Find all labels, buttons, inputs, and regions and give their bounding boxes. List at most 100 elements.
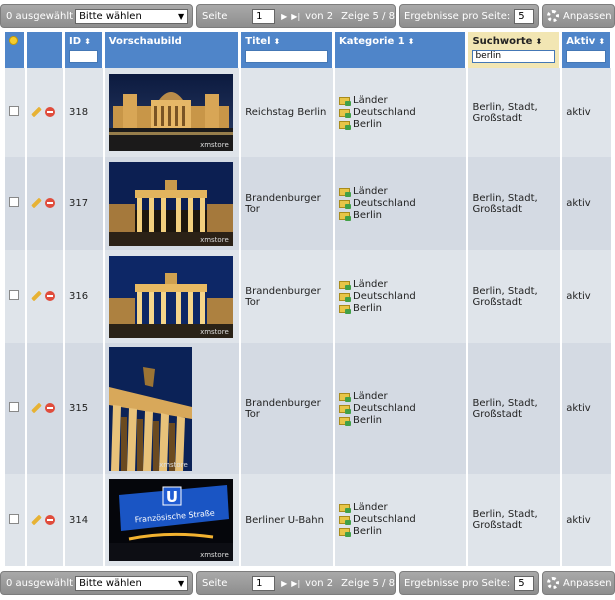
sort-icon[interactable]: ⬍: [598, 37, 605, 46]
next-page-icon[interactable]: ▶: [281, 579, 287, 588]
folder-icon: [339, 528, 351, 537]
folder-icon: [339, 416, 351, 426]
category-item: Berlin: [353, 209, 383, 221]
row-actions: [27, 343, 64, 474]
thumbnail-ubahn[interactable]: U Französische Straße xmstore: [108, 479, 233, 561]
header-active-label: Aktiv: [566, 36, 596, 47]
header-active[interactable]: Aktiv ⬍: [562, 32, 611, 68]
row-checkbox[interactable]: [9, 402, 19, 412]
sort-icon[interactable]: ⬍: [84, 37, 91, 46]
category-item: Deutschland: [353, 106, 416, 118]
customize-button[interactable]: Anpassen: [542, 4, 615, 28]
pencil-icon[interactable]: [31, 402, 43, 414]
delete-icon[interactable]: [45, 198, 56, 208]
page-count: von 2: [305, 10, 334, 22]
row-checkbox[interactable]: [9, 290, 19, 300]
row-status: aktiv: [562, 68, 611, 157]
row-category: Länder Deutschland Berlin: [335, 68, 467, 157]
delete-icon[interactable]: [45, 291, 56, 301]
thumbnail-watermark: xmstore: [200, 141, 229, 149]
header-category-label: Kategorie 1: [339, 36, 405, 47]
thumbnail-watermark: xmstore: [200, 235, 229, 244]
header-select-all[interactable]: [5, 32, 26, 68]
table-row: 316 xmstore Brandenburger Tor Länder Deu…: [5, 250, 611, 343]
folder-icon: [339, 404, 351, 414]
filter-title-input[interactable]: [245, 50, 328, 63]
header-keywords-label: Suchworte: [472, 36, 533, 47]
selection-group: 0 ausgewählt Bitte wählen ▼: [0, 571, 193, 595]
row-title: Brandenburger Tor: [241, 250, 333, 343]
category-item: Deutschland: [353, 197, 416, 209]
page-input[interactable]: 1: [252, 575, 276, 591]
row-checkbox[interactable]: [9, 513, 19, 524]
page-input[interactable]: 1: [252, 8, 276, 24]
per-page-value: 5: [518, 10, 525, 22]
showing-count: Zeige 5 / 8: [341, 577, 395, 589]
filter-keywords-input[interactable]: berlin: [472, 50, 556, 63]
folder-icon: [339, 392, 351, 402]
sort-icon[interactable]: ⬍: [535, 37, 542, 46]
bulk-action-select[interactable]: Bitte wählen ▼: [75, 575, 189, 591]
category-item: Länder: [353, 502, 388, 513]
category-item: Länder: [353, 390, 388, 402]
category-item: Berlin: [353, 526, 383, 537]
row-status: aktiv: [562, 343, 611, 474]
row-keywords: Berlin, Stadt, Großstadt: [468, 250, 561, 343]
table-row: 318 xmstore Reichstag Berlin Länder Deut…: [5, 68, 611, 157]
row-id: 318: [65, 68, 103, 157]
per-page-label: Ergebnisse pro Seite:: [404, 577, 511, 589]
pencil-icon[interactable]: [31, 197, 43, 209]
row-status: aktiv: [562, 157, 611, 250]
pencil-icon[interactable]: [31, 106, 43, 118]
category-item: Länder: [353, 94, 388, 106]
row-checkbox[interactable]: [9, 106, 19, 116]
thumbnail-brandenburg-gate[interactable]: xmstore: [108, 161, 233, 246]
pencil-icon[interactable]: [31, 514, 43, 525]
row-keywords: Berlin, Stadt, Großstadt: [468, 68, 561, 157]
header-title[interactable]: Titel ⬍: [241, 32, 333, 68]
thumbnail-reichstag[interactable]: xmstore: [108, 74, 233, 151]
delete-icon[interactable]: [45, 403, 56, 413]
sort-icon[interactable]: ⬍: [408, 37, 415, 46]
table-row: 315 xmstore Brandenburger Tor Länder Deu…: [5, 343, 611, 474]
delete-icon[interactable]: [45, 107, 56, 117]
selected-count: 0 ausgewählt: [6, 10, 74, 22]
thumbnail-brandenburg-gate[interactable]: xmstore: [108, 255, 233, 338]
filter-id-input[interactable]: [69, 50, 98, 63]
next-page-icon[interactable]: ▶: [281, 12, 287, 21]
per-page-input[interactable]: 5: [514, 575, 534, 591]
header-id-label: ID: [69, 36, 82, 47]
table-header-row: ID ⬍ Vorschaubild Titel ⬍ Kategorie 1 ⬍ Suc…: [5, 32, 611, 68]
last-page-icon[interactable]: ▶|: [291, 579, 300, 588]
per-page-label: Ergebnisse pro Seite:: [404, 10, 511, 22]
row-title: Berliner U-Bahn: [241, 474, 333, 566]
folder-icon: [339, 280, 351, 290]
row-id: 315: [65, 343, 103, 474]
folder-icon: [339, 96, 351, 106]
header-category[interactable]: Kategorie 1 ⬍: [335, 32, 467, 68]
delete-icon[interactable]: [45, 514, 56, 525]
row-thumbnail-cell: xmstore: [104, 343, 240, 474]
category-item: Deutschland: [353, 402, 416, 414]
row-checkbox-cell: [5, 68, 26, 157]
bulk-action-value: Bitte wählen: [79, 10, 142, 22]
showing-count: Zeige 5 / 8: [341, 10, 395, 22]
row-thumbnail-cell: xmstore: [104, 157, 240, 250]
sort-icon[interactable]: ⬍: [274, 37, 281, 46]
table-row: 317 xmstore Brandenburger Tor Länder Deu…: [5, 157, 611, 250]
row-checkbox[interactable]: [9, 197, 19, 207]
per-page-group: Ergebnisse pro Seite: 5: [399, 4, 539, 28]
header-actions: [27, 32, 64, 68]
row-keywords: Berlin, Stadt, Großstadt: [468, 343, 561, 474]
filter-active-input[interactable]: [566, 50, 606, 63]
customize-button[interactable]: Anpassen: [542, 571, 615, 595]
thumbnail-brandenburg-gate-portrait[interactable]: xmstore: [108, 346, 192, 471]
header-keywords[interactable]: Suchworte ⬍ berlin: [468, 32, 561, 68]
row-actions: [27, 157, 64, 250]
header-id[interactable]: ID ⬍: [65, 32, 103, 68]
pencil-icon[interactable]: [31, 290, 43, 302]
bulk-action-select[interactable]: Bitte wählen ▼: [75, 8, 189, 24]
per-page-input[interactable]: 5: [514, 8, 534, 24]
last-page-icon[interactable]: ▶|: [291, 12, 300, 21]
chevron-down-icon: ▼: [177, 578, 185, 588]
